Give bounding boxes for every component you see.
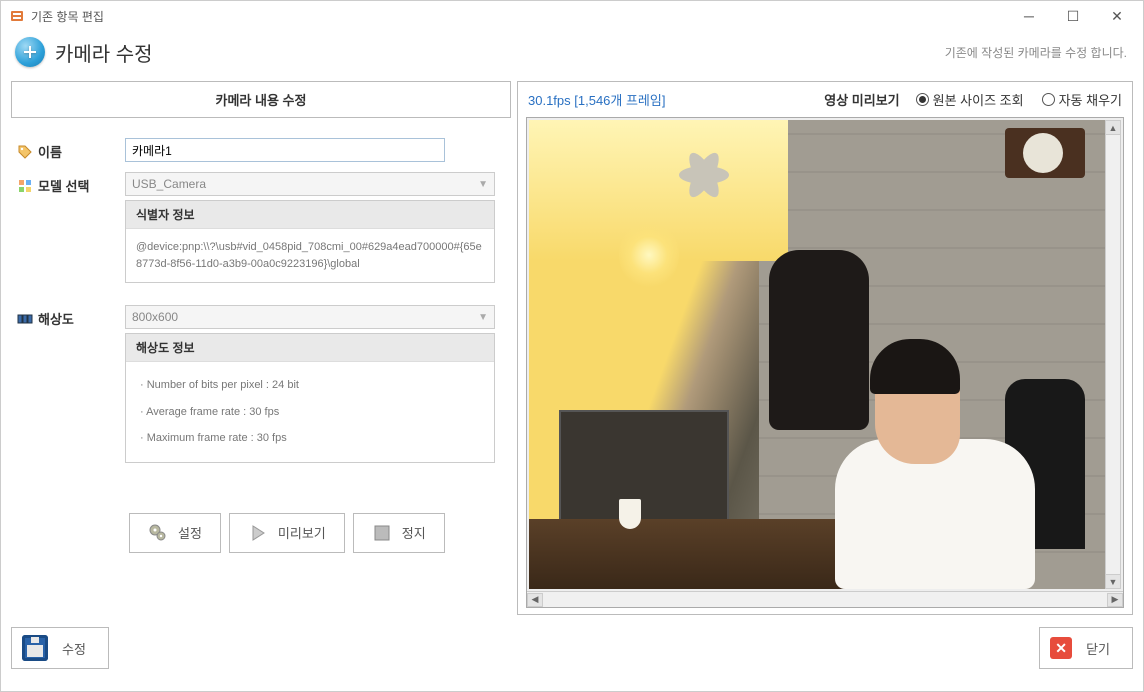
close-window-button[interactable]: ✕ bbox=[1095, 2, 1139, 30]
chevron-down-icon: ▼ bbox=[478, 312, 488, 323]
avg-frame-rate: · Average frame rate : 30 fps bbox=[136, 399, 484, 426]
tag-icon bbox=[17, 144, 33, 160]
bits-per-pixel: · Number of bits per pixel : 24 bit bbox=[136, 372, 484, 399]
app-icon bbox=[9, 8, 25, 24]
model-select[interactable]: USB_Camera ▼ bbox=[125, 172, 495, 196]
window-title: 기존 항목 편집 bbox=[31, 8, 1007, 25]
stop-button[interactable]: 정지 bbox=[353, 513, 445, 553]
footer: 수정 ✕ 닫기 bbox=[1, 619, 1143, 677]
name-input[interactable] bbox=[125, 138, 445, 162]
horizontal-scrollbar[interactable]: ◀▶ bbox=[527, 591, 1123, 607]
preview-title: 영상 미리보기 bbox=[824, 90, 899, 109]
minimize-button[interactable]: ─ bbox=[1007, 2, 1051, 30]
resolution-label: 해상도 bbox=[17, 305, 117, 328]
chevron-down-icon: ▼ bbox=[478, 179, 488, 190]
preview-button[interactable]: 미리보기 bbox=[229, 513, 345, 553]
gear-icon bbox=[148, 523, 168, 543]
action-row: 설정 미리보기 정지 bbox=[11, 513, 511, 553]
view-mode-radio-group: 원본 사이즈 조회 자동 채우기 bbox=[916, 90, 1122, 109]
model-row: 모델 선택 USB_Camera ▼ 식별자 정보 @device:pnp:\\… bbox=[11, 172, 511, 283]
form-panel-header: 카메라 내용 수정 bbox=[11, 81, 511, 118]
content-area: 카메라 내용 수정 이름 모델 선택 USB_Camera bbox=[1, 79, 1143, 619]
identifier-info: 식별자 정보 @device:pnp:\\?\usb#vid_0458pid_7… bbox=[125, 200, 495, 283]
identifier-header: 식별자 정보 bbox=[126, 201, 494, 229]
titlebar: 기존 항목 편집 ─ ☐ ✕ bbox=[1, 1, 1143, 31]
radio-auto-fill[interactable]: 자동 채우기 bbox=[1042, 90, 1122, 109]
plus-icon bbox=[15, 37, 45, 67]
maximize-button[interactable]: ☐ bbox=[1051, 2, 1095, 30]
preview-frame: ▲▼ ◀▶ bbox=[526, 117, 1124, 608]
resolution-info-header: 해상도 정보 bbox=[126, 334, 494, 362]
page-title: 카메라 수정 bbox=[55, 38, 935, 67]
preview-bar: 30.1fps [1,546개 프레임] 영상 미리보기 원본 사이즈 조회 자… bbox=[526, 88, 1124, 117]
close-button[interactable]: ✕ 닫기 bbox=[1039, 627, 1133, 669]
preview-stats: 30.1fps [1,546개 프레임] bbox=[528, 90, 818, 109]
resolution-select[interactable]: 800x600 ▼ bbox=[125, 305, 495, 329]
resolution-info: 해상도 정보 · Number of bits per pixel : 24 b… bbox=[125, 333, 495, 463]
name-row: 이름 bbox=[11, 138, 511, 162]
window-controls: ─ ☐ ✕ bbox=[1007, 2, 1139, 30]
close-icon: ✕ bbox=[1050, 637, 1072, 659]
radio-original-size[interactable]: 원본 사이즈 조회 bbox=[916, 90, 1024, 109]
settings-button[interactable]: 설정 bbox=[129, 513, 221, 553]
resolution-info-body: · Number of bits per pixel : 24 bit · Av… bbox=[126, 362, 494, 462]
save-button[interactable]: 수정 bbox=[11, 627, 109, 669]
page-subtitle: 기존에 작성된 카메라를 수정 합니다. bbox=[945, 44, 1127, 61]
model-label: 모델 선택 bbox=[17, 172, 117, 195]
module-icon bbox=[17, 178, 33, 194]
max-frame-rate: · Maximum frame rate : 30 fps bbox=[136, 425, 484, 452]
save-icon bbox=[22, 635, 48, 661]
stop-icon bbox=[372, 523, 392, 543]
camera-feed bbox=[529, 120, 1105, 589]
vertical-scrollbar[interactable]: ▲▼ bbox=[1105, 120, 1121, 589]
form-panel: 카메라 내용 수정 이름 모델 선택 USB_Camera bbox=[11, 81, 511, 615]
resolution-icon bbox=[17, 311, 33, 327]
page-header: 카메라 수정 기존에 작성된 카메라를 수정 합니다. bbox=[1, 31, 1143, 79]
preview-panel: 30.1fps [1,546개 프레임] 영상 미리보기 원본 사이즈 조회 자… bbox=[517, 81, 1133, 615]
identifier-body: @device:pnp:\\?\usb#vid_0458pid_708cmi_0… bbox=[126, 229, 494, 282]
resolution-row: 해상도 800x600 ▼ 해상도 정보 · Number of bits pe… bbox=[11, 305, 511, 463]
play-icon bbox=[248, 523, 268, 543]
name-label: 이름 bbox=[17, 138, 117, 161]
